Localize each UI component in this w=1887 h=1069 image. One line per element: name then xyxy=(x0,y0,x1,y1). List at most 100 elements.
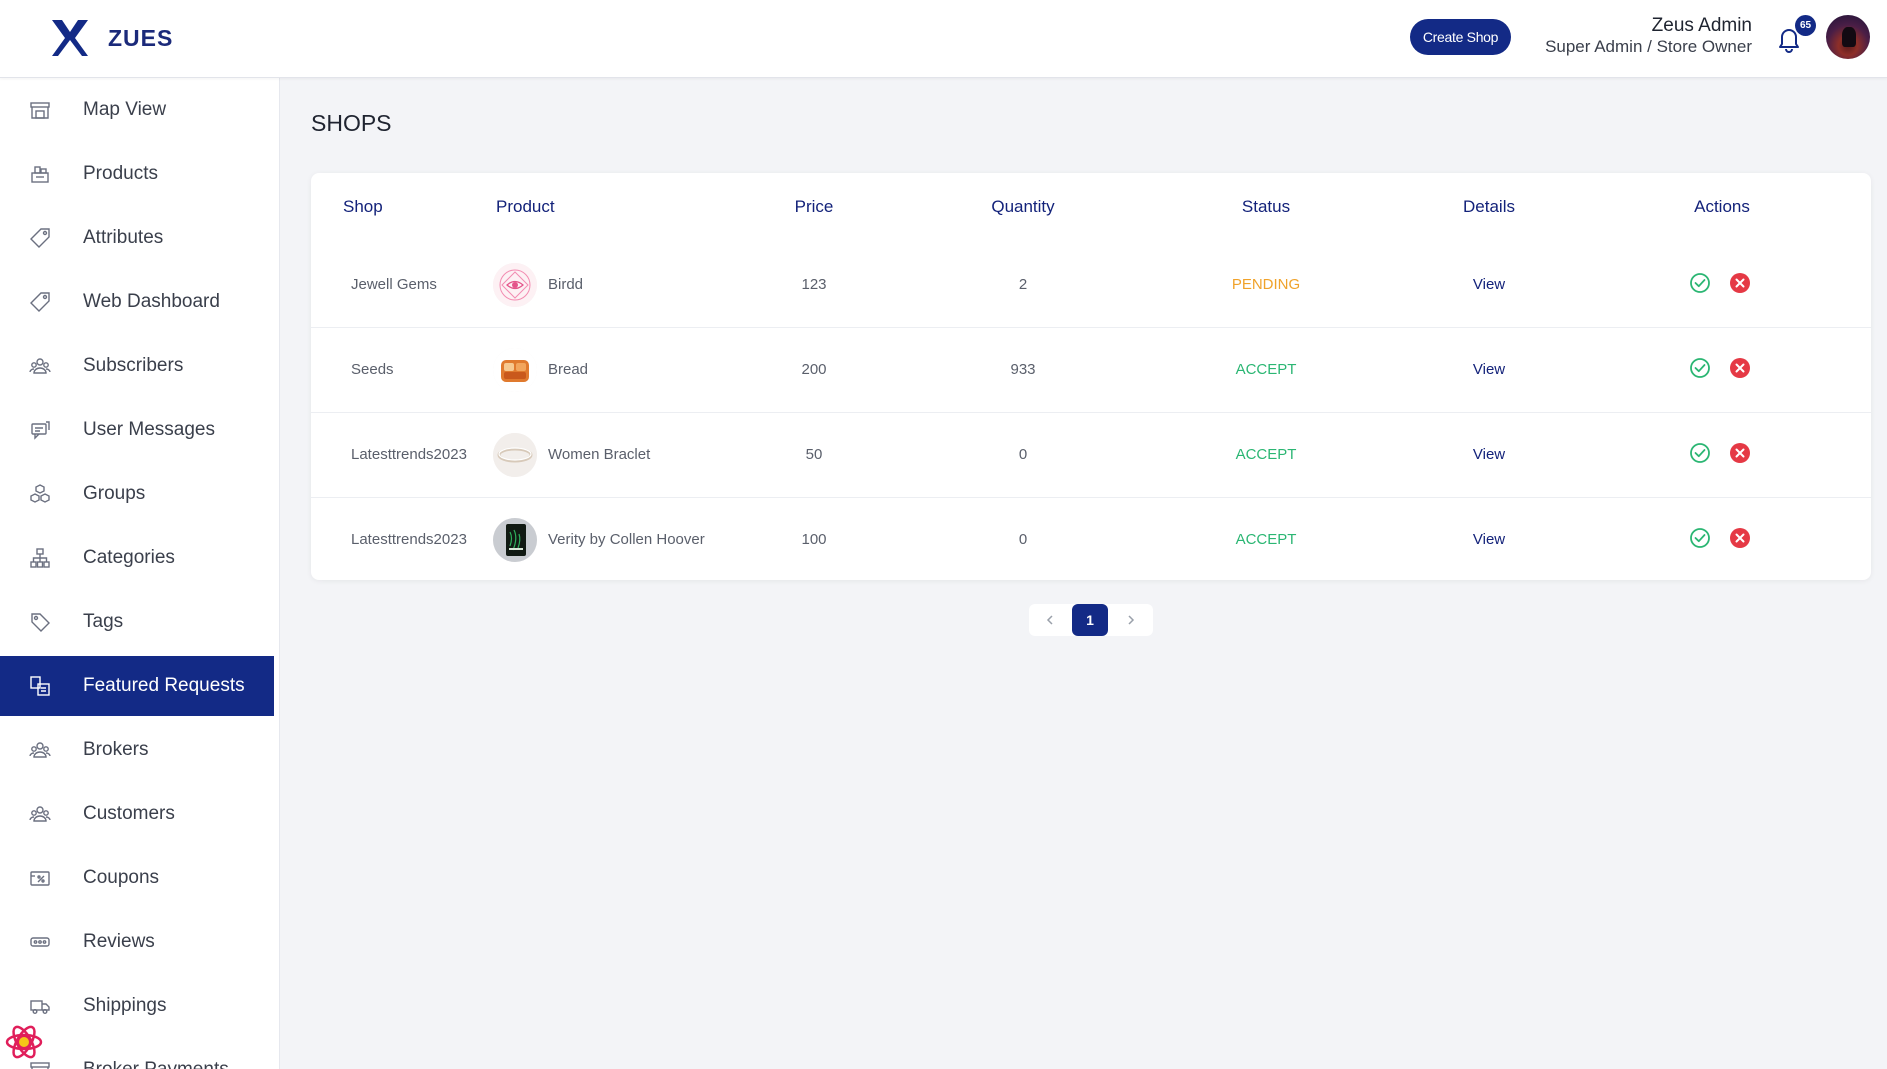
coupon-icon xyxy=(29,867,51,889)
sidebar-item-featured-requests[interactable]: Featured Requests xyxy=(0,656,274,716)
sidebar-item-map-view[interactable]: Map View xyxy=(0,80,274,140)
status-badge: ACCEPT xyxy=(1235,446,1297,463)
reject-icon[interactable] xyxy=(1729,272,1751,294)
view-details-link[interactable]: View xyxy=(1473,276,1505,293)
table-row: Seeds Bread 200 933 ACCEPT View xyxy=(311,328,1871,413)
sidebar-item-reviews[interactable]: Reviews xyxy=(0,912,274,972)
column-header-price: Price xyxy=(794,197,834,216)
tag-icon xyxy=(29,291,51,313)
sidebar-item-user-messages[interactable]: User Messages xyxy=(0,400,274,460)
avatar[interactable] xyxy=(1826,15,1870,59)
table-row: Latesttrends2023 Verity by Collen Hoover 1… xyxy=(311,498,1871,583)
sidebar-item-label: User Messages xyxy=(83,419,215,440)
sidebar-item-categories[interactable]: Categories xyxy=(0,528,274,588)
sidebar-item-web-dashboard[interactable]: Web Dashboard xyxy=(0,272,274,332)
hierarchy-icon xyxy=(29,547,51,569)
reject-icon[interactable] xyxy=(1729,527,1751,549)
column-header-quantity: Quantity xyxy=(991,197,1055,216)
view-details-link[interactable]: View xyxy=(1473,361,1505,378)
status-badge: ACCEPT xyxy=(1235,531,1297,548)
approve-icon[interactable] xyxy=(1689,272,1711,294)
sidebar-item-label: Customers xyxy=(83,803,175,824)
sidebar-item-label: Map View xyxy=(83,99,167,120)
truck-icon xyxy=(29,995,51,1017)
react-devtools-icon[interactable] xyxy=(4,1022,44,1062)
column-header-shop: Shop xyxy=(343,197,383,216)
sidebar-item-label: Attributes xyxy=(83,227,164,248)
view-details-link[interactable]: View xyxy=(1473,531,1505,548)
reviews-icon xyxy=(29,931,51,953)
product-name: Verity by Collen Hoover xyxy=(548,531,705,548)
page-title: SHOPS xyxy=(311,110,392,136)
sidebar-item-groups[interactable]: Groups xyxy=(0,464,274,524)
app-name: ZUES xyxy=(108,24,174,51)
sidebar-item-label: Groups xyxy=(83,483,146,504)
approve-icon[interactable] xyxy=(1689,357,1711,379)
product-thumbnail xyxy=(493,263,537,307)
prev-page-button[interactable] xyxy=(1029,604,1070,636)
sidebar-item-subscribers[interactable]: Subscribers xyxy=(0,336,274,396)
chevron-left-icon xyxy=(1046,615,1053,625)
sidebar-item-attributes[interactable]: Attributes xyxy=(0,208,274,268)
status-badge: PENDING xyxy=(1231,276,1301,293)
sidebar-item-label: Web Dashboard xyxy=(83,291,220,312)
view-details-link[interactable]: View xyxy=(1473,446,1505,463)
price-value: 50 xyxy=(805,446,823,463)
shop-name: Seeds xyxy=(351,361,394,378)
featured-icon xyxy=(29,675,51,697)
reject-icon[interactable] xyxy=(1729,357,1751,379)
column-header-actions: Actions xyxy=(1694,197,1750,216)
page-number-button[interactable]: 1 xyxy=(1072,604,1108,636)
chevron-right-icon xyxy=(1127,615,1134,625)
quantity-value: 2 xyxy=(1018,276,1028,293)
zues-logo-icon xyxy=(52,20,88,56)
table-row: Jewell Gems Birdd 123 2 PENDING View xyxy=(311,243,1871,328)
approve-icon[interactable] xyxy=(1689,442,1711,464)
quantity-value: 0 xyxy=(1018,446,1028,463)
message-icon xyxy=(29,419,51,441)
sidebar-item-brokers[interactable]: Brokers xyxy=(0,720,274,780)
create-shop-button[interactable]: Create Shop xyxy=(1410,19,1511,55)
shop-name: Latesttrends2023 xyxy=(351,446,467,463)
shop-name: Latesttrends2023 xyxy=(351,531,467,548)
sidebar-item-tags[interactable]: Tags xyxy=(0,592,274,652)
sidebar-item-products[interactable]: Products xyxy=(0,144,274,204)
product-thumbnail xyxy=(493,518,537,562)
column-header-status: Status xyxy=(1241,197,1291,216)
sidebar-item-label: Broker Payments xyxy=(83,1059,229,1069)
sidebar-item-label: Shippings xyxy=(83,995,167,1016)
store-icon xyxy=(29,99,51,121)
sidebar-item-label: Products xyxy=(83,163,158,184)
next-page-button[interactable] xyxy=(1110,604,1151,636)
sidebar-item-label: Subscribers xyxy=(83,355,184,376)
user-info[interactable]: Zeus Admin Super Admin / Store Owner xyxy=(1545,15,1752,57)
groups-icon xyxy=(29,483,51,505)
shops-table: Shop Product Price Quantity Status Detai… xyxy=(311,173,1871,580)
users-icon xyxy=(29,803,51,825)
shop-name: Jewell Gems xyxy=(351,276,437,293)
product-thumbnail xyxy=(493,348,537,392)
tag-icon xyxy=(29,227,51,249)
column-header-product: Product xyxy=(496,197,555,216)
sidebar-item-label: Tags xyxy=(83,611,124,632)
product-name: Women Braclet xyxy=(548,446,651,463)
quantity-value: 0 xyxy=(1018,531,1028,548)
logo[interactable]: ZUES xyxy=(48,16,173,60)
column-header-details: Details xyxy=(1463,197,1515,216)
users-icon xyxy=(29,355,51,377)
price-value: 200 xyxy=(801,361,827,378)
sidebar-item-coupons[interactable]: Coupons xyxy=(0,848,274,908)
sidebar-item-label: Brokers xyxy=(83,739,149,760)
notification-badge: 65 xyxy=(1795,15,1816,36)
price-value: 123 xyxy=(801,276,827,293)
reject-icon[interactable] xyxy=(1729,442,1751,464)
sidebar: Map View Products Attributes Web Dashboa… xyxy=(0,78,280,1069)
quantity-value: 933 xyxy=(1010,361,1036,378)
status-badge: ACCEPT xyxy=(1235,361,1297,378)
price-value: 100 xyxy=(801,531,827,548)
tag-icon xyxy=(29,611,51,633)
sidebar-item-label: Featured Requests xyxy=(83,675,245,696)
approve-icon[interactable] xyxy=(1689,527,1711,549)
product-thumbnail xyxy=(493,433,537,477)
sidebar-item-customers[interactable]: Customers xyxy=(0,784,274,844)
